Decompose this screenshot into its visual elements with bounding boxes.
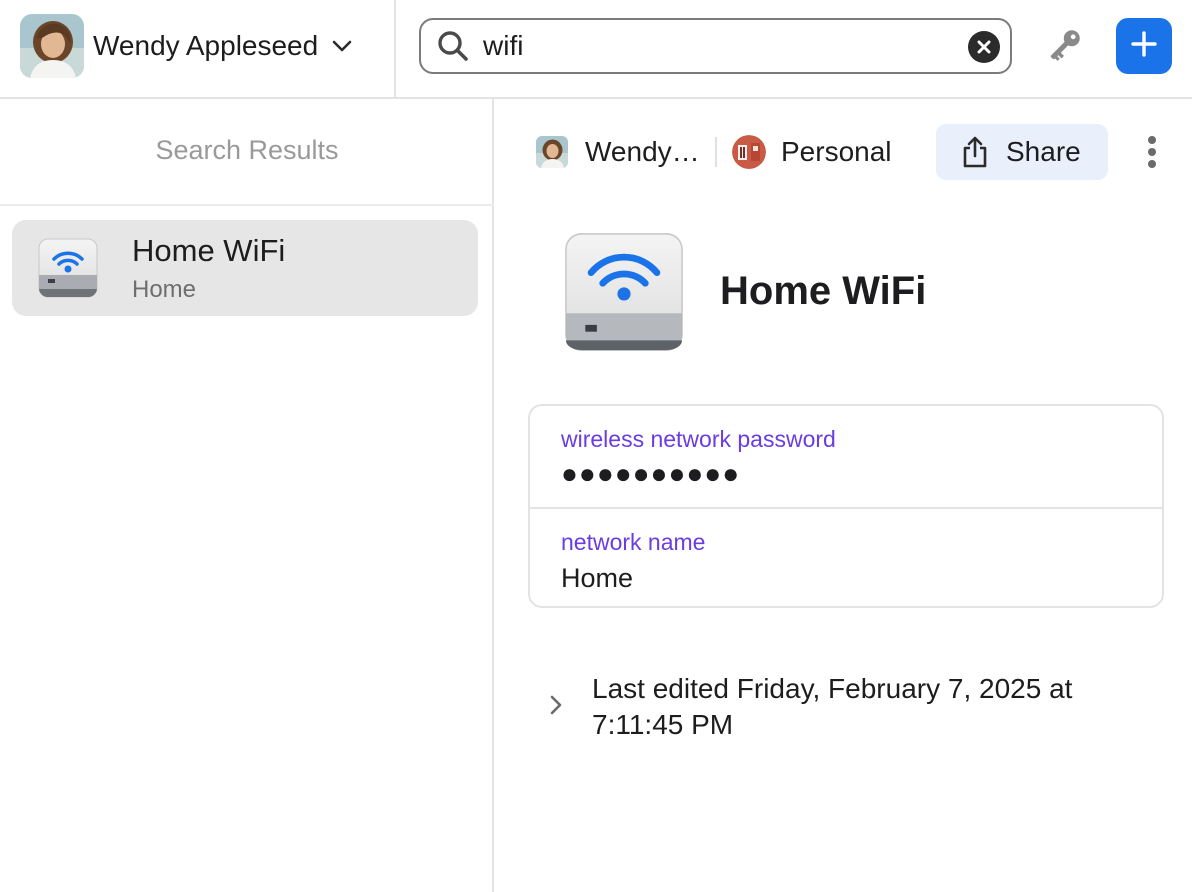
key-icon — [1045, 27, 1083, 70]
item-title: Home WiFi — [720, 269, 927, 313]
field-value: ●●●●●●●●●● — [561, 458, 741, 489]
result-subtitle: Home — [132, 276, 197, 303]
password-field[interactable]: wireless network password ●●●●●●●●●● — [530, 406, 1162, 506]
share-icon — [961, 136, 989, 168]
vault-name: Personal — [781, 136, 892, 167]
user-avatar — [20, 14, 84, 78]
chevron-right-icon — [550, 695, 562, 715]
password-generator-button[interactable] — [1040, 24, 1088, 72]
owner-name: Wendy… — [585, 136, 700, 167]
search-icon — [437, 30, 469, 62]
top-bar: Wendy Appleseed — [0, 0, 1192, 99]
owner-avatar — [536, 136, 568, 168]
clear-search-icon[interactable] — [968, 31, 1000, 63]
search-box[interactable] — [419, 18, 1012, 74]
share-button[interactable]: Share — [936, 124, 1108, 180]
new-item-button[interactable] — [1116, 18, 1172, 74]
owner-chip[interactable]: Wendy… — [536, 135, 700, 169]
network-name-field[interactable]: network name Home — [530, 507, 1162, 607]
sidebar-title: Search Results — [155, 135, 339, 165]
item-detail: Wendy… Personal Share Home WiFi wireless… — [496, 99, 1192, 892]
more-vertical-icon[interactable] — [1138, 132, 1166, 172]
account-name: Wendy Appleseed — [93, 30, 319, 61]
result-title: Home WiFi — [132, 233, 286, 268]
plus-icon — [1130, 30, 1158, 63]
chip-divider — [715, 137, 717, 167]
field-value: Home — [561, 563, 634, 593]
chevron-down-icon — [332, 40, 352, 52]
share-label: Share — [1006, 136, 1081, 167]
fields-card: wireless network password ●●●●●●●●●● net… — [528, 404, 1164, 608]
field-label: wireless network password — [561, 426, 836, 452]
topbar-divider — [394, 0, 396, 99]
last-edited-text: Last edited Friday, February 7, 2025 at … — [592, 673, 1073, 740]
vault-chip[interactable]: Personal — [732, 135, 892, 169]
vault-icon — [732, 135, 766, 169]
wifi-router-icon — [564, 232, 684, 352]
field-label: network name — [561, 529, 706, 555]
sidebar: Search Results Home WiFi Home — [0, 99, 494, 892]
wifi-router-icon — [37, 237, 99, 299]
sidebar-divider — [0, 204, 494, 206]
list-item[interactable]: Home WiFi Home — [12, 220, 478, 316]
account-switcher[interactable]: Wendy Appleseed — [20, 14, 352, 78]
search-input[interactable] — [483, 30, 943, 62]
